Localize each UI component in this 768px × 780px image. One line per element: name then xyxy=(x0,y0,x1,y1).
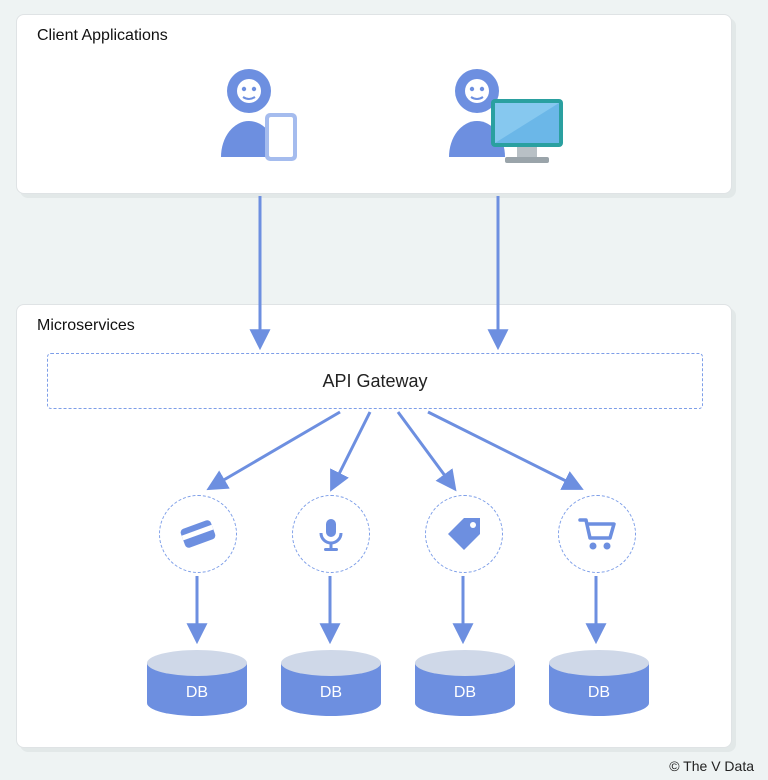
mic-icon xyxy=(312,515,350,553)
api-gateway-label: API Gateway xyxy=(322,371,427,392)
desktop-user-icon xyxy=(447,65,567,175)
service-card xyxy=(159,495,237,573)
db-label: DB xyxy=(186,684,208,702)
db-label: DB xyxy=(320,684,342,702)
copyright-text: © The V Data xyxy=(669,758,754,774)
clients-title: Client Applications xyxy=(37,27,168,45)
mobile-user-icon xyxy=(217,65,307,170)
service-cart xyxy=(558,495,636,573)
db-2: DB xyxy=(281,650,381,716)
microservices-panel: Microservices API Gateway xyxy=(16,304,732,748)
db-label: DB xyxy=(588,684,610,702)
card-icon xyxy=(178,514,218,554)
microservices-title: Microservices xyxy=(37,317,135,335)
cart-icon xyxy=(576,514,618,554)
service-mic xyxy=(292,495,370,573)
tag-icon xyxy=(444,514,484,554)
db-3: DB xyxy=(415,650,515,716)
db-4: DB xyxy=(549,650,649,716)
api-gateway-box: API Gateway xyxy=(47,353,703,409)
db-1: DB xyxy=(147,650,247,716)
db-label: DB xyxy=(454,684,476,702)
clients-panel: Client Applications xyxy=(16,14,732,194)
service-tag xyxy=(425,495,503,573)
